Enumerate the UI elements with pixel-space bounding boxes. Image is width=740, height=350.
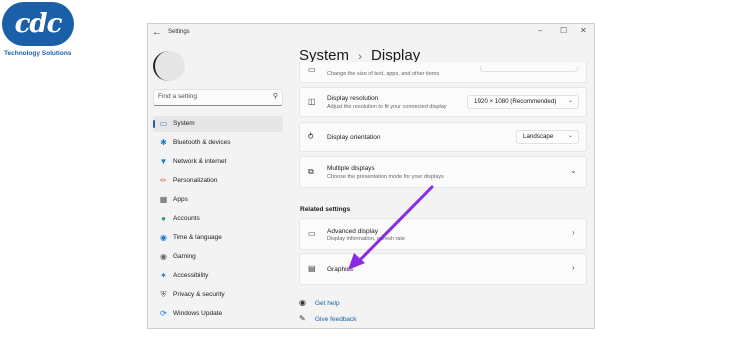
annotation-arrow	[348, 185, 434, 270]
arrow-shaft	[356, 185, 434, 264]
